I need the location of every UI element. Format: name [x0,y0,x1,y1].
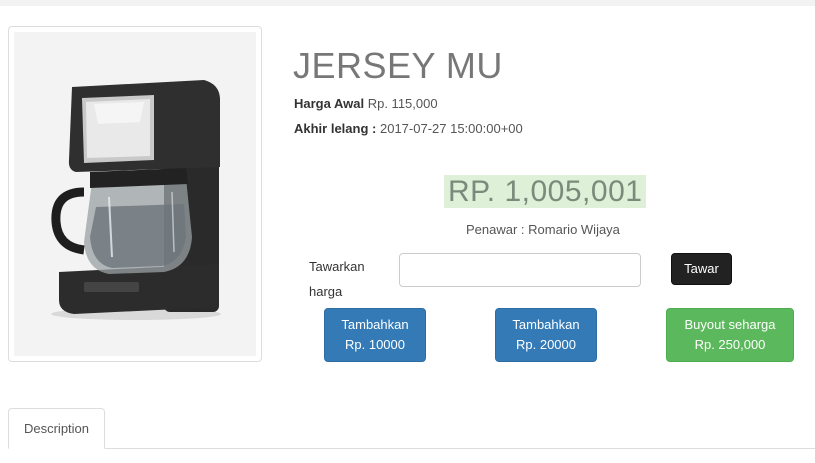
offer-label-line1: Tawarkan [309,259,365,274]
tab-description[interactable]: Description [8,408,105,449]
product-image-frame [8,26,262,362]
add-10000-line1: Tambahkan [341,317,409,332]
tabs-divider [8,448,815,449]
auction-end-value: 2017-07-27 15:00:00+00 [379,121,523,136]
offer-label-line2: harga [309,284,343,299]
bidder-info: Penawar : Romario Wijaya [466,222,620,237]
add-10000-line2: Rp. 10000 [345,337,405,352]
current-price: RP. 1,005,001 [444,175,647,208]
top-strip [0,0,815,6]
add-10000-button[interactable]: Tambahkan Rp. 10000 [324,308,426,362]
buyout-line1: Buyout seharga [684,317,776,332]
start-price-value: Rp. 115,000 [367,96,438,111]
auction-end: Akhir lelang : 2017-07-27 15:00:00+00 [294,121,523,137]
bid-submit-button[interactable]: Tawar [671,253,732,285]
buyout-line2: Rp. 250,000 [694,337,766,352]
offer-label: Tawarkan harga [309,254,379,304]
product-title: JERSEY MU [293,45,503,86]
bidder-label: Penawar : [466,222,525,237]
product-image [14,32,256,356]
add-20000-line2: Rp. 20000 [516,337,576,352]
bid-submit-label: Tawar [684,261,719,276]
buyout-button[interactable]: Buyout seharga Rp. 250,000 [666,308,794,362]
start-price: Harga Awal Rp. 115,000 [294,96,438,112]
offer-input[interactable] [399,253,641,287]
bidder-name: Romario Wijaya [528,222,620,237]
add-20000-line1: Tambahkan [512,317,580,332]
start-price-label: Harga Awal [294,96,365,111]
auction-end-label: Akhir lelang : [294,121,377,136]
add-20000-button[interactable]: Tambahkan Rp. 20000 [495,308,597,362]
coffee-maker-image [51,80,221,320]
